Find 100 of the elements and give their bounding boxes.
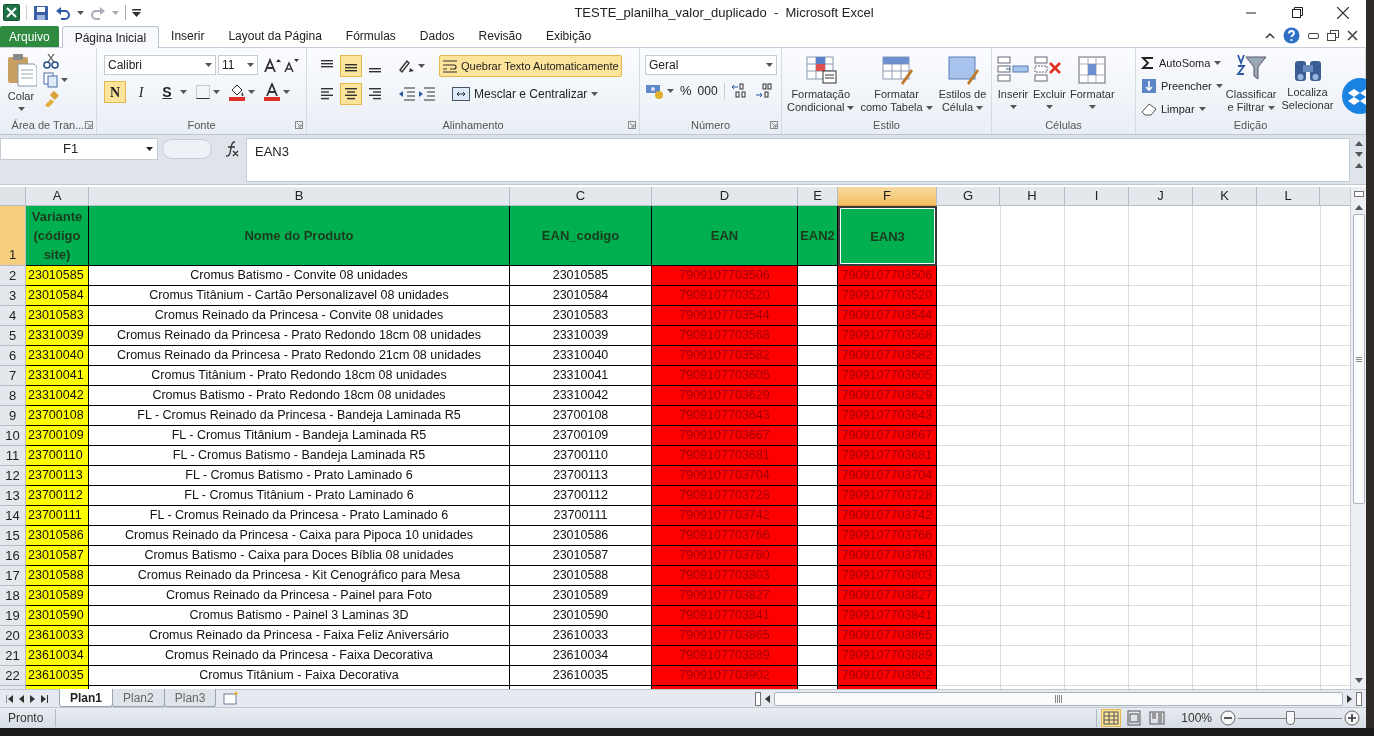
- caret-icon[interactable]: [1214, 61, 1222, 65]
- row-header[interactable]: 17: [0, 566, 26, 586]
- first-sheet-icon[interactable]: [6, 694, 13, 703]
- row-header[interactable]: 8: [0, 386, 26, 406]
- undo-icon[interactable]: [55, 4, 71, 21]
- grip-icon[interactable]: [1055, 694, 1063, 703]
- column-header[interactable]: F: [838, 187, 937, 206]
- save-icon[interactable]: [33, 4, 49, 21]
- number-format-field[interactable]: Geral: [645, 55, 777, 75]
- scroll-up-icon[interactable]: [1354, 205, 1363, 210]
- dialog-launcher-icon[interactable]: [295, 121, 303, 129]
- format-as-table-button[interactable]: Formatar como Tabela: [858, 51, 935, 114]
- ribbon-tab[interactable]: Inserir: [159, 25, 217, 47]
- sheet-tab[interactable]: Plan3: [163, 689, 217, 707]
- row-header[interactable]: 12: [0, 466, 26, 486]
- paste-button[interactable]: Colar: [3, 51, 39, 111]
- ribbon-tab[interactable]: Página Inicial: [61, 26, 160, 48]
- customize-icon[interactable]: [132, 8, 141, 17]
- restore-icon[interactable]: [1291, 7, 1303, 18]
- row-header[interactable]: 2: [0, 266, 26, 286]
- column-header[interactable]: B: [89, 187, 510, 206]
- delete-button[interactable]: Excluir: [1031, 51, 1068, 109]
- grip-icon[interactable]: [1355, 356, 1362, 362]
- split-handle-icon[interactable]: [1353, 191, 1364, 197]
- row-header[interactable]: 9: [0, 406, 26, 426]
- ribbon-tab[interactable]: Layout da Página: [216, 25, 334, 47]
- row-header[interactable]: 13: [0, 486, 26, 506]
- row-header[interactable]: 19: [0, 606, 26, 626]
- sheet-tab[interactable]: Plan2: [112, 689, 165, 707]
- bold-button[interactable]: N: [104, 81, 126, 103]
- caret-icon[interactable]: [847, 105, 855, 110]
- insert-cells-icon[interactable]: [997, 53, 1029, 85]
- underline-button[interactable]: S: [156, 81, 178, 103]
- clipboard-icon[interactable]: [5, 53, 37, 87]
- row-header[interactable]: 21: [0, 646, 26, 666]
- caret-icon[interactable]: [205, 63, 212, 67]
- autosum-button[interactable]: AutoSoma: [1141, 53, 1223, 73]
- row-header[interactable]: 18: [0, 586, 26, 606]
- column-header[interactable]: E: [798, 187, 838, 206]
- column-header[interactable]: A: [26, 187, 89, 206]
- dialog-launcher-icon[interactable]: [628, 121, 636, 129]
- previous-sheet-icon[interactable]: [19, 694, 24, 703]
- scroll-down-icon[interactable]: [1355, 152, 1363, 157]
- clear-button[interactable]: Limpar: [1141, 99, 1223, 119]
- close-icon[interactable]: [1337, 6, 1349, 19]
- row-header[interactable]: 14: [0, 506, 26, 526]
- align-center-icon[interactable]: [340, 83, 362, 105]
- format-cells-icon[interactable]: [1076, 53, 1109, 85]
- caret-icon[interactable]: [213, 90, 220, 94]
- format-as-table-icon[interactable]: [880, 53, 913, 85]
- ribbon-tab[interactable]: Fórmulas: [333, 25, 408, 47]
- caret-icon[interactable]: [1009, 105, 1017, 109]
- row-header[interactable]: 15: [0, 526, 26, 546]
- fill-color-icon[interactable]: [228, 83, 246, 101]
- font-size-field[interactable]: 11: [218, 55, 258, 75]
- column-header[interactable]: L: [1257, 187, 1320, 206]
- caret-icon[interactable]: [1267, 105, 1275, 110]
- normal-view-icon[interactable]: [1101, 709, 1122, 727]
- cut-icon[interactable]: [43, 53, 59, 69]
- format-button[interactable]: Formatar: [1068, 51, 1117, 109]
- column-header[interactable]: D: [652, 187, 798, 206]
- merge-cells-icon[interactable]: [452, 87, 470, 101]
- conditional-format-icon[interactable]: [804, 53, 837, 85]
- zoom-in-icon[interactable]: [1344, 710, 1360, 726]
- close-workbook-icon[interactable]: [1347, 30, 1358, 41]
- borders-icon[interactable]: [195, 84, 211, 100]
- row-header[interactable]: 10: [0, 426, 26, 446]
- cell-styles-icon[interactable]: [946, 53, 979, 85]
- caret-icon[interactable]: [976, 105, 984, 110]
- font-name-field[interactable]: Calibri: [104, 55, 216, 75]
- caret-icon[interactable]: [146, 147, 153, 151]
- sort-filter-button[interactable]: Classificar e Filtrar: [1223, 51, 1279, 119]
- caret-icon[interactable]: [77, 10, 84, 15]
- name-box[interactable]: F1: [0, 138, 158, 160]
- ribbon-tab[interactable]: Dados: [407, 25, 467, 47]
- scroll-thumb[interactable]: [774, 691, 1343, 706]
- percent-button[interactable]: %: [680, 81, 692, 101]
- caret-icon[interactable]: [925, 105, 933, 110]
- scroll-up-icon[interactable]: [1355, 141, 1363, 146]
- row-header[interactable]: 5: [0, 326, 26, 346]
- scroll-left-icon[interactable]: [765, 694, 771, 703]
- next-sheet-icon[interactable]: [30, 694, 35, 703]
- collapse-ribbon-icon[interactable]: [1265, 32, 1275, 39]
- column-header[interactable]: H: [1000, 187, 1065, 206]
- caret-icon[interactable]: [247, 63, 254, 67]
- find-select-button[interactable]: Localiza Selecionar: [1279, 51, 1336, 119]
- text-orientation-icon[interactable]: [398, 58, 416, 74]
- last-sheet-icon[interactable]: [41, 694, 48, 703]
- caret-icon[interactable]: [766, 63, 773, 67]
- thousands-separator-button[interactable]: 000: [697, 81, 718, 100]
- conditional-format-button[interactable]: Formatação Condicional: [785, 51, 857, 114]
- row-header[interactable]: 11: [0, 446, 26, 466]
- fill-button[interactable]: Preencher: [1141, 76, 1223, 96]
- increase-indent-icon[interactable]: [418, 87, 436, 101]
- sum-icon[interactable]: [1141, 56, 1155, 70]
- insert-button[interactable]: Inserir: [995, 51, 1031, 109]
- row-header[interactable]: 22: [0, 666, 26, 686]
- row-header[interactable]: 20: [0, 626, 26, 646]
- insert-function-icon[interactable]: [224, 141, 240, 157]
- caret-icon[interactable]: [248, 90, 255, 94]
